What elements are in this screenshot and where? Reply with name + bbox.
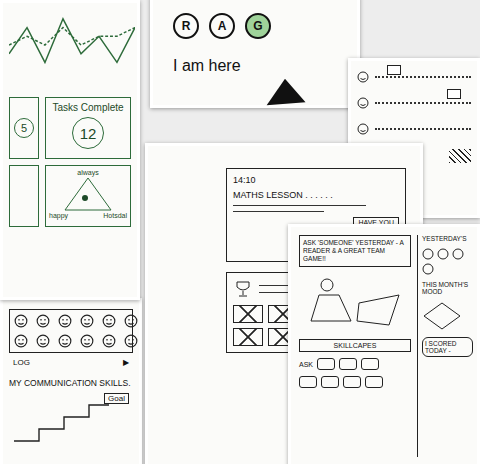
tasks-card: Tasks Complete 12	[45, 97, 131, 159]
yesterday-title: YESTERDAY'S	[422, 235, 473, 242]
ask-label[interactable]: ASK	[299, 361, 313, 368]
chart-line	[9, 19, 135, 63]
triangle-labels: happyHotsdal	[49, 212, 127, 219]
track-row	[357, 71, 471, 83]
skills-bar: SKILLCAPES	[299, 339, 411, 352]
skills-title: MY COMMUNICATION SKILLS.	[9, 378, 133, 388]
stat-value: 5	[14, 118, 34, 138]
chart-line	[9, 28, 135, 45]
tasks-count: 12	[72, 117, 104, 149]
face-icon[interactable]	[58, 334, 72, 348]
skills-stairs: Goal	[9, 393, 133, 443]
hatch-box	[449, 149, 471, 163]
diary-right: YESTERDAY'S THIS MONTH'S MOOD I SCORED TOD…	[417, 235, 473, 457]
face-icon[interactable]	[124, 314, 138, 328]
face-icon[interactable]	[80, 314, 94, 328]
option-chip[interactable]	[361, 358, 379, 370]
dashboard-grid: 5 Tasks Complete 12 always happyHotsdal	[9, 97, 131, 227]
triangle-icon	[63, 176, 113, 212]
dotted-line	[375, 128, 471, 130]
face-icon[interactable]	[102, 334, 116, 348]
rag-caption: I am here	[173, 57, 337, 75]
face-icon[interactable]	[80, 334, 94, 348]
track-row	[357, 123, 471, 135]
log-sheet: LOG ▶ MY COMMUNICATION SKILLS. Goal	[0, 298, 142, 464]
rag-option[interactable]: A	[209, 13, 235, 39]
text-line	[233, 211, 324, 212]
face-icon[interactable]	[36, 314, 50, 328]
face-icon[interactable]	[58, 314, 72, 328]
stat-box: 5	[9, 97, 39, 159]
option-chip[interactable]	[339, 358, 357, 370]
trophy-icon	[233, 279, 253, 299]
person-sketch-icon	[299, 273, 409, 333]
triangle-label: always	[77, 169, 98, 176]
rag-selector: RAG	[173, 13, 337, 39]
sketch-collage: RAG I am here LOG ▶ MY COMMUNICATION SKILLS.…	[0, 0, 480, 464]
mood-chart	[9, 9, 135, 81]
option-chip[interactable]	[317, 358, 335, 370]
flag-icon	[447, 89, 461, 99]
log-label[interactable]: LOG	[13, 358, 30, 367]
face-icon[interactable]	[124, 334, 138, 348]
mood-triangle-card: always happyHotsdal	[45, 165, 131, 227]
rag-sheet: RAG I am here	[150, 0, 360, 108]
diary-entry: ASK 'SOMEONE' YESTERDAY - A READER & A G…	[299, 235, 411, 267]
option-chip[interactable]	[343, 376, 361, 388]
smiley-icon	[357, 97, 369, 109]
lesson-time: 14:10	[233, 175, 399, 185]
face-icon[interactable]	[452, 248, 464, 260]
rag-option[interactable]: R	[173, 13, 199, 39]
text-line	[233, 205, 366, 206]
tasks-title: Tasks Complete	[52, 102, 123, 113]
face-icon[interactable]	[422, 248, 434, 260]
log-bar: LOG ▶	[9, 358, 133, 367]
face-icon[interactable]	[14, 334, 28, 348]
ask-row	[299, 376, 411, 388]
face-icon[interactable]	[422, 263, 434, 275]
diary-sheet: ASK 'SOMEONE' YESTERDAY - A READER & A G…	[288, 224, 480, 464]
smiley-icon	[357, 71, 369, 83]
face-icon[interactable]	[36, 334, 50, 348]
option-chip[interactable]	[299, 376, 317, 388]
ask-row: ASK	[299, 358, 411, 370]
dotted-line	[375, 76, 471, 78]
face-icon[interactable]	[102, 314, 116, 328]
option-chip[interactable]	[321, 376, 339, 388]
dashboard-sheet: 5 Tasks Complete 12 always happyHotsdal	[0, 0, 140, 300]
option-chip[interactable]	[365, 376, 383, 388]
score-note: I SCORED TODAY -	[422, 337, 473, 357]
mood-diamond-icon	[422, 301, 462, 331]
lesson-title: MATHS LESSON . . . . . .	[233, 190, 399, 200]
goal-label: Goal	[104, 393, 129, 404]
face-grid	[9, 309, 133, 353]
play-button[interactable]: ▶	[123, 358, 129, 367]
smiley-icon	[357, 123, 369, 135]
face-icon[interactable]	[437, 248, 449, 260]
yesterday-faces	[422, 248, 473, 275]
image-placeholder[interactable]	[233, 328, 263, 346]
month-mood-title: THIS MONTH'S MOOD	[422, 281, 473, 295]
image-placeholder[interactable]	[233, 305, 263, 323]
arrow-scribble-icon	[263, 77, 307, 107]
rag-option[interactable]: G	[245, 13, 271, 39]
face-icon[interactable]	[14, 314, 28, 328]
dotted-line	[375, 102, 471, 104]
stat-box	[9, 165, 39, 227]
diary-left: ASK 'SOMEONE' YESTERDAY - A READER & A G…	[299, 235, 411, 457]
flag-icon	[387, 65, 401, 75]
